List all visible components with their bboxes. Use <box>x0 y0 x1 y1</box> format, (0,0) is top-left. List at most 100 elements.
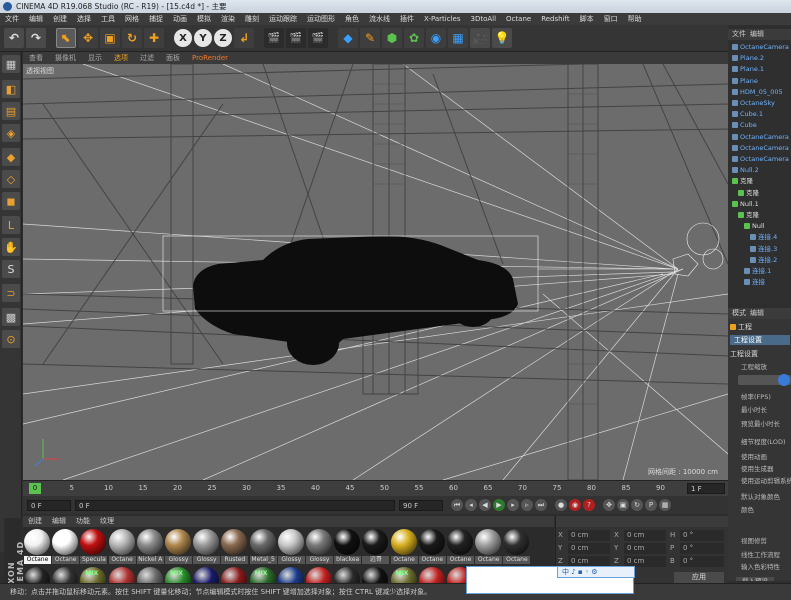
object-item[interactable]: 连接.2 <box>750 255 777 266</box>
uv-icon[interactable]: L <box>2 216 20 234</box>
menu-item-10[interactable]: 雕刻 <box>240 13 264 25</box>
object-item[interactable]: OctaneCamera <box>732 132 789 143</box>
viewport-menu-2[interactable]: 显示 <box>82 52 108 64</box>
object-item[interactable]: OctaneSky <box>732 98 775 109</box>
material-label[interactable]: Glossy <box>193 556 221 564</box>
material-label[interactable]: Specula <box>80 556 108 564</box>
render-view-icon[interactable]: 🎬 <box>264 28 284 48</box>
material-menu-3[interactable]: 纹理 <box>95 516 119 527</box>
rotate-tool-icon[interactable]: ↻ <box>122 28 142 48</box>
pla-key-icon[interactable]: ▦ <box>659 499 671 511</box>
object-item[interactable]: 连接.1 <box>744 266 771 277</box>
material-swatch[interactable] <box>418 529 445 555</box>
viewport-menu-1[interactable]: 摄像机 <box>49 52 82 64</box>
menu-item-2[interactable]: 创建 <box>48 13 72 25</box>
param-key-icon[interactable]: P <box>645 499 657 511</box>
load-preset-button[interactable]: 载入预设 <box>736 577 774 581</box>
start-frame-field[interactable]: 0 F <box>27 499 71 511</box>
material-swatch[interactable] <box>193 529 220 555</box>
material-swatch[interactable] <box>475 529 502 555</box>
object-item[interactable]: 连接.3 <box>750 244 777 255</box>
menu-item-21[interactable]: 窗口 <box>599 13 623 25</box>
material-label[interactable]: Glossy <box>165 556 192 564</box>
position-key-icon[interactable]: ✥ <box>603 499 615 511</box>
material-swatch[interactable] <box>108 529 135 555</box>
material-label[interactable]: Octane <box>447 556 474 564</box>
material-swatch[interactable] <box>277 529 304 555</box>
object-item[interactable]: OctaneCamera <box>732 154 789 165</box>
menu-item-4[interactable]: 工具 <box>96 13 120 25</box>
material-label[interactable]: Octane <box>24 556 51 564</box>
ime-toolbar[interactable]: 中 ♪ ▪ ◦ ⚙ <box>557 566 635 578</box>
attribute-menu-0[interactable]: 模式 <box>728 308 746 319</box>
material-menu-0[interactable]: 创建 <box>23 516 47 527</box>
menu-item-11[interactable]: 运动跟踪 <box>264 13 302 25</box>
material-menu-2[interactable]: 功能 <box>71 516 95 527</box>
menu-item-16[interactable]: X-Particles <box>419 13 465 25</box>
menu-item-13[interactable]: 角色 <box>340 13 364 25</box>
render-settings-icon[interactable]: 🎬 <box>308 28 328 48</box>
points-mode-icon[interactable]: ◆ <box>2 148 20 166</box>
snap-icon[interactable]: S <box>2 260 20 278</box>
viewport-solo-icon[interactable]: ▦ <box>2 55 20 73</box>
material-swatch[interactable] <box>503 529 530 555</box>
floor-icon[interactable]: ▦ <box>448 28 468 48</box>
menu-item-20[interactable]: 脚本 <box>575 13 599 25</box>
move-tool-icon[interactable]: ✥ <box>78 28 98 48</box>
menu-item-19[interactable]: Redshift <box>536 13 574 25</box>
play-icon[interactable]: ▶ <box>493 499 505 511</box>
object-item[interactable]: Plane.2 <box>732 53 764 64</box>
material-label[interactable]: Octane <box>475 556 503 564</box>
material-swatch[interactable] <box>52 529 79 555</box>
object-item[interactable]: Cube.1 <box>732 109 763 120</box>
edges-mode-icon[interactable]: ◇ <box>2 170 20 188</box>
tab-project-settings[interactable]: 工程设置 <box>730 335 790 345</box>
menu-item-6[interactable]: 捕捉 <box>144 13 168 25</box>
apply-button[interactable]: 应用 <box>674 572 724 583</box>
add-tool-icon[interactable]: ✚ <box>144 28 164 48</box>
ime-popup[interactable]: 中 ♪ ▪ ◦ ⚙ <box>466 566 635 594</box>
select-tool-icon[interactable]: ⬉ <box>56 28 76 48</box>
polygons-mode-icon[interactable]: ◼ <box>2 192 20 210</box>
material-label[interactable]: Metal_5 <box>249 556 277 564</box>
prev-key-icon[interactable]: ◂ <box>465 499 477 511</box>
tweak-icon[interactable]: ✋ <box>2 238 20 256</box>
cube-icon[interactable]: ◆ <box>338 28 358 48</box>
object-item[interactable]: 连接.4 <box>750 232 777 243</box>
material-label[interactable]: Glossy <box>306 556 333 564</box>
current-frame-marker[interactable]: 0 <box>29 483 41 494</box>
workplane-grid-icon[interactable]: ▩ <box>2 308 20 326</box>
viewport-menu-3[interactable]: 选项 <box>108 52 134 64</box>
material-swatch[interactable] <box>334 529 361 555</box>
material-swatch[interactable] <box>362 529 389 555</box>
viewport-menu-5[interactable]: 面板 <box>160 52 186 64</box>
menu-item-0[interactable]: 文件 <box>0 13 24 25</box>
material-label[interactable]: Octane <box>52 556 80 564</box>
timeline-ruler[interactable]: 0 5 10 15 20 25 30 35 40 45 50 55 60 65 70 75 80 85 90 1 … <box>23 480 728 496</box>
size-field[interactable]: 0 cm <box>624 543 666 554</box>
menu-item-22[interactable]: 帮助 <box>623 13 647 25</box>
rotation-field[interactable]: 0 ° <box>680 556 724 567</box>
cloner-icon[interactable]: ✿ <box>404 28 424 48</box>
menu-item-9[interactable]: 渲染 <box>216 13 240 25</box>
menu-item-17[interactable]: 3DtoAll <box>465 13 501 25</box>
object-menu-0[interactable]: 文件 <box>728 29 746 40</box>
camera-icon[interactable]: 🎥 <box>470 28 490 48</box>
material-swatch[interactable] <box>447 529 473 555</box>
menu-item-7[interactable]: 动画 <box>168 13 192 25</box>
perspective-viewport[interactable]: 透视视图 网格间距 : 10000 cm <box>23 64 728 480</box>
object-item[interactable]: OctaneCamera <box>732 143 789 154</box>
material-swatch[interactable] <box>165 529 191 555</box>
material-label[interactable]: Octane <box>390 556 418 564</box>
material-label[interactable]: Octane <box>418 556 446 564</box>
menu-item-15[interactable]: 插件 <box>395 13 419 25</box>
object-item[interactable]: Plane.1 <box>732 64 764 75</box>
object-item[interactable]: HDM_05_005 <box>732 87 783 98</box>
size-field[interactable]: 0 cm <box>624 530 666 541</box>
material-label[interactable]: blackea <box>334 556 362 564</box>
go-to-start-icon[interactable]: ⏮ <box>451 499 463 511</box>
workplane-icon[interactable]: ◈ <box>2 124 20 142</box>
object-item[interactable]: OctaneCamera <box>732 42 789 53</box>
scale-tool-icon[interactable]: ▣ <box>100 28 120 48</box>
redo-icon[interactable]: ↷ <box>26 28 46 48</box>
